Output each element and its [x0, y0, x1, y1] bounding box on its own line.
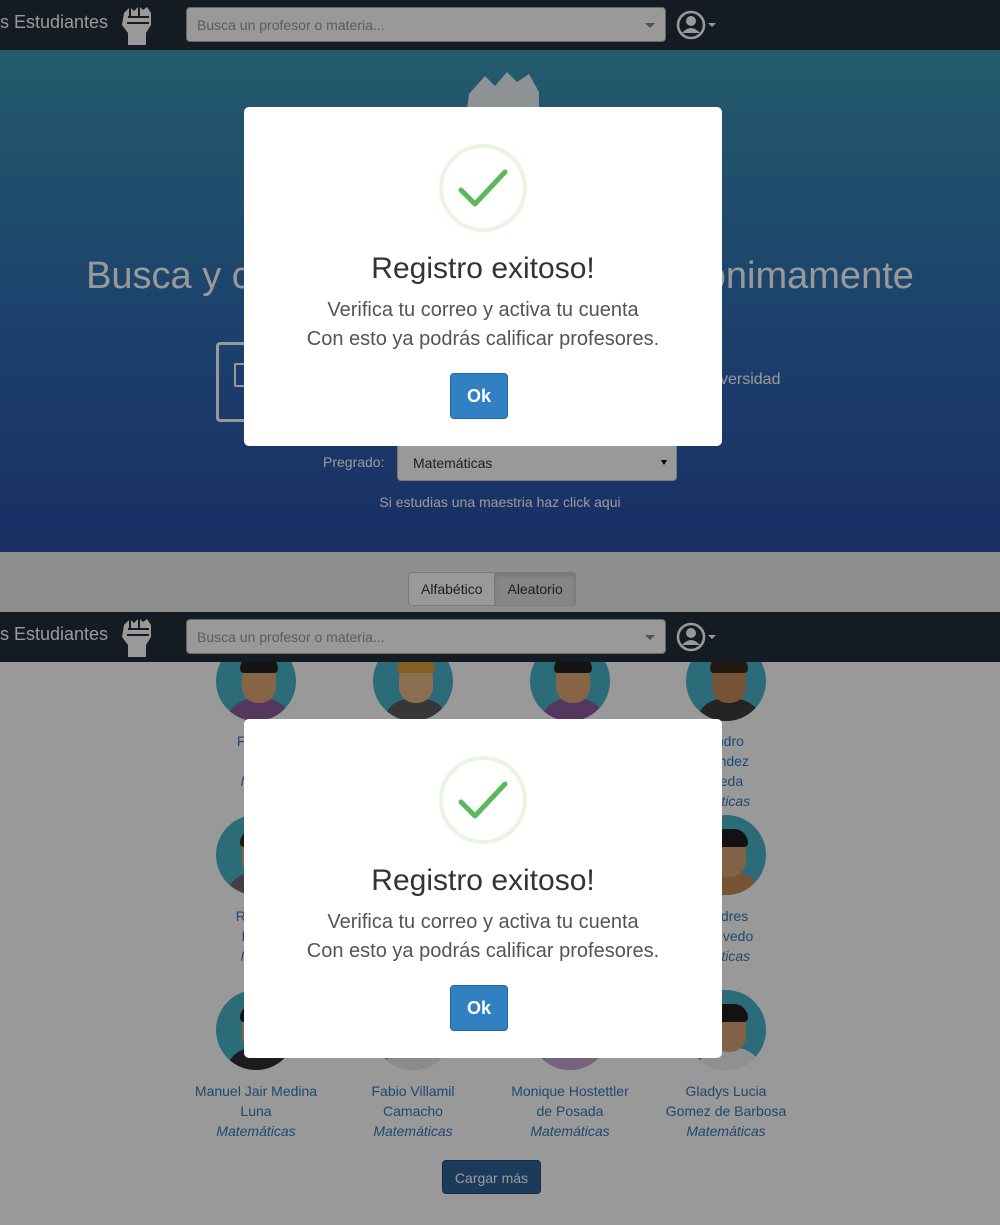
checkmark-icon: [458, 169, 508, 207]
success-modal: Registro exitoso! Verifica tu correo y a…: [244, 107, 722, 446]
ok-button[interactable]: Ok: [450, 373, 508, 419]
checkmark-icon: [458, 781, 508, 819]
modal-text-line-2: Con esto ya podrás calificar profesores.: [306, 940, 660, 962]
screenshot-top: s Estudiantes Busca un profesor o materi…: [0, 0, 1000, 612]
screenshot-bottom: FelipeCasMateandronandezoledamáticasRich…: [0, 612, 1000, 1225]
success-modal: Registro exitoso! Verifica tu correo y a…: [244, 719, 722, 1058]
modal-text-line-1: Verifica tu correo y activa tu cuenta: [327, 299, 639, 321]
success-check-circle: [439, 756, 527, 844]
success-check-circle: [439, 144, 527, 232]
modal-text-line-1: Verifica tu correo y activa tu cuenta: [327, 911, 639, 933]
modal-title: Registro exitoso!: [371, 252, 595, 285]
ok-button[interactable]: Ok: [450, 985, 508, 1031]
modal-text-line-2: Con esto ya podrás calificar profesores.: [306, 328, 660, 350]
modal-title: Registro exitoso!: [371, 864, 595, 897]
